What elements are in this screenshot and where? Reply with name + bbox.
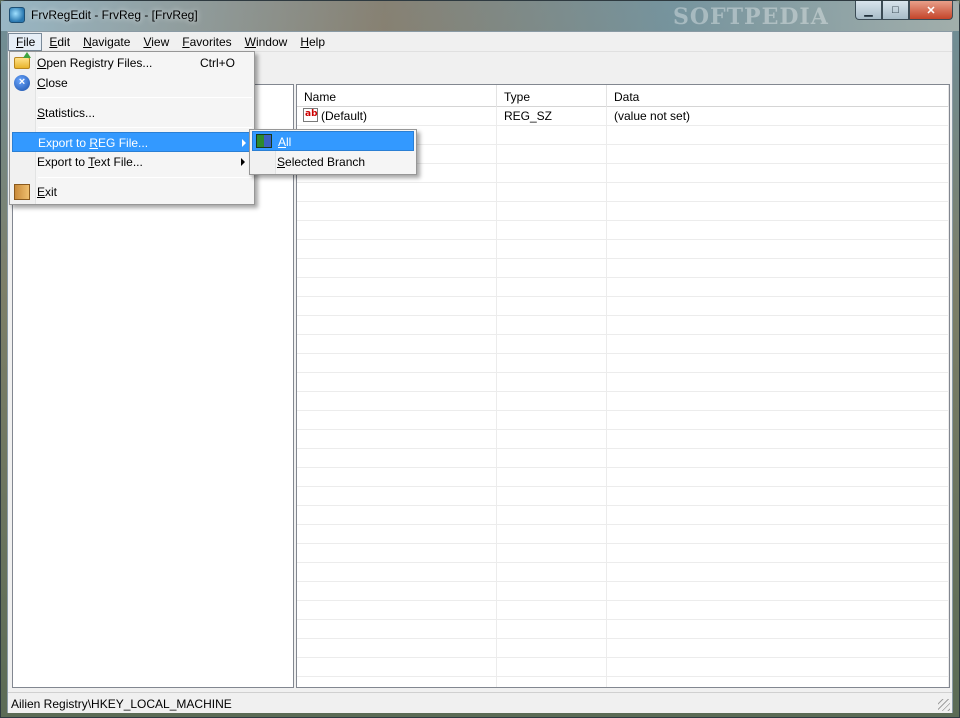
menu-separator <box>38 97 252 98</box>
string-value-icon: ab <box>303 108 318 122</box>
app-icon[interactable] <box>9 7 25 23</box>
empty-row <box>297 506 949 525</box>
exit-item[interactable]: Exit <box>12 182 252 202</box>
menu-window-rest: indow <box>255 35 288 49</box>
empty-row <box>297 430 949 449</box>
close-circle-icon: × <box>14 75 30 91</box>
close-label: Close <box>37 76 68 90</box>
column-header-data[interactable]: Data <box>607 85 949 107</box>
open-label: Open Registry Files... <box>37 56 153 70</box>
exit-label: Exit <box>37 185 58 199</box>
export-reg-submenu: All Selected Branch <box>249 129 417 175</box>
menu-help-rest: elp <box>308 35 325 49</box>
empty-row <box>297 316 949 335</box>
minimize-icon: ▁ <box>864 4 873 17</box>
submenu-arrow-icon <box>241 158 245 166</box>
export-all-item[interactable]: All <box>252 131 414 151</box>
empty-row <box>297 335 949 354</box>
empty-row <box>297 677 949 687</box>
empty-row <box>297 658 949 677</box>
menu-window-key: W <box>244 35 256 49</box>
watermark: SOFTPEDIA <box>673 4 829 30</box>
export-text-item[interactable]: Export to Text File... <box>12 152 252 172</box>
empty-row <box>297 392 949 411</box>
empty-row <box>297 449 949 468</box>
maximize-icon: □ <box>892 4 899 16</box>
status-path: Ailien Registry\HKEY_LOCAL_MACHINE <box>11 697 232 711</box>
menu-view-rest: iew <box>151 35 170 49</box>
empty-row <box>297 563 949 582</box>
menu-favorites-rest: avorites <box>189 35 232 49</box>
exit-door-icon <box>14 184 30 200</box>
menu-navigate-key: N <box>83 35 92 49</box>
empty-row <box>297 221 949 240</box>
empty-row <box>297 544 949 563</box>
empty-row <box>297 411 949 430</box>
menu-file-rest: ile <box>23 35 36 49</box>
empty-row <box>297 639 949 658</box>
menu-favorites[interactable]: Favorites <box>175 33 237 51</box>
close-icon: ✕ <box>926 4 936 17</box>
empty-row <box>297 297 949 316</box>
open-folder-icon <box>14 52 31 69</box>
file-menu: Open Registry Files... Ctrl+O × Close St… <box>9 51 255 205</box>
value-name: (Default) <box>321 109 368 123</box>
window-title: FrvRegEdit - FrvReg - [FrvReg] <box>31 8 198 22</box>
empty-row <box>297 259 949 278</box>
export-text-label: Export to Text File... <box>37 155 143 169</box>
menu-file[interactable]: File <box>8 33 43 51</box>
list-rows: ab (Default) REG_SZ (value not set) <box>297 107 949 687</box>
minimize-button[interactable]: ▁ <box>855 1 882 20</box>
menu-help[interactable]: Help <box>293 33 331 51</box>
export-all-icon <box>256 134 272 148</box>
menu-window[interactable]: Window <box>238 33 294 51</box>
table-row[interactable]: ab (Default) REG_SZ (value not set) <box>297 107 949 126</box>
cell-name: ab (Default) <box>297 107 497 125</box>
empty-row <box>297 354 949 373</box>
menu-separator <box>38 127 252 128</box>
status-bar: Ailien Registry\HKEY_LOCAL_MACHINE <box>8 692 952 713</box>
menu-navigate-rest: avigate <box>91 35 131 49</box>
menu-help-key: H <box>300 35 309 49</box>
cell-type: REG_SZ <box>497 107 607 125</box>
menu-edit-rest: dit <box>57 35 71 49</box>
close-window-button[interactable]: ✕ <box>909 1 953 20</box>
menu-view[interactable]: View <box>136 33 175 51</box>
empty-row <box>297 582 949 601</box>
open-registry-files-item[interactable]: Open Registry Files... Ctrl+O <box>12 52 252 73</box>
caption-buttons: ▁ □ ✕ <box>855 1 953 21</box>
title-bar[interactable]: FrvRegEdit - FrvReg - [FrvReg] SOFTPEDIA… <box>1 1 959 31</box>
empty-row <box>297 601 949 620</box>
empty-row <box>297 183 949 202</box>
selected-branch-label: Selected Branch <box>277 155 366 169</box>
open-shortcut: Ctrl+O <box>200 56 236 70</box>
statistics-item[interactable]: Statistics... <box>12 103 252 123</box>
menu-edit[interactable]: Edit <box>42 33 76 51</box>
empty-row <box>297 373 949 392</box>
resize-grip[interactable] <box>938 699 950 711</box>
empty-row <box>297 468 949 487</box>
export-reg-label: Export to REG File... <box>38 136 149 150</box>
maximize-button[interactable]: □ <box>882 1 909 20</box>
menu-navigate[interactable]: Navigate <box>76 33 136 51</box>
column-header-name[interactable]: Name <box>297 85 497 107</box>
submenu-arrow-icon <box>242 139 246 147</box>
empty-row <box>297 620 949 639</box>
empty-row <box>297 525 949 544</box>
export-selected-branch-item[interactable]: Selected Branch <box>252 152 414 172</box>
empty-row <box>297 202 949 221</box>
empty-row <box>297 240 949 259</box>
export-all-label: All <box>278 135 292 149</box>
column-header-type[interactable]: Type <box>497 85 607 107</box>
menu-separator <box>38 177 252 178</box>
menu-bar: File Edit Navigate View Favorites Window… <box>8 32 952 52</box>
close-item[interactable]: × Close <box>12 73 252 93</box>
empty-row <box>297 487 949 506</box>
statistics-label: Statistics... <box>37 106 96 120</box>
export-reg-item[interactable]: Export to REG File... <box>12 132 252 152</box>
list-header: Name Type Data <box>297 85 949 107</box>
cell-data: (value not set) <box>607 107 949 125</box>
empty-row <box>297 278 949 297</box>
menu-favorites-key: F <box>182 35 190 49</box>
